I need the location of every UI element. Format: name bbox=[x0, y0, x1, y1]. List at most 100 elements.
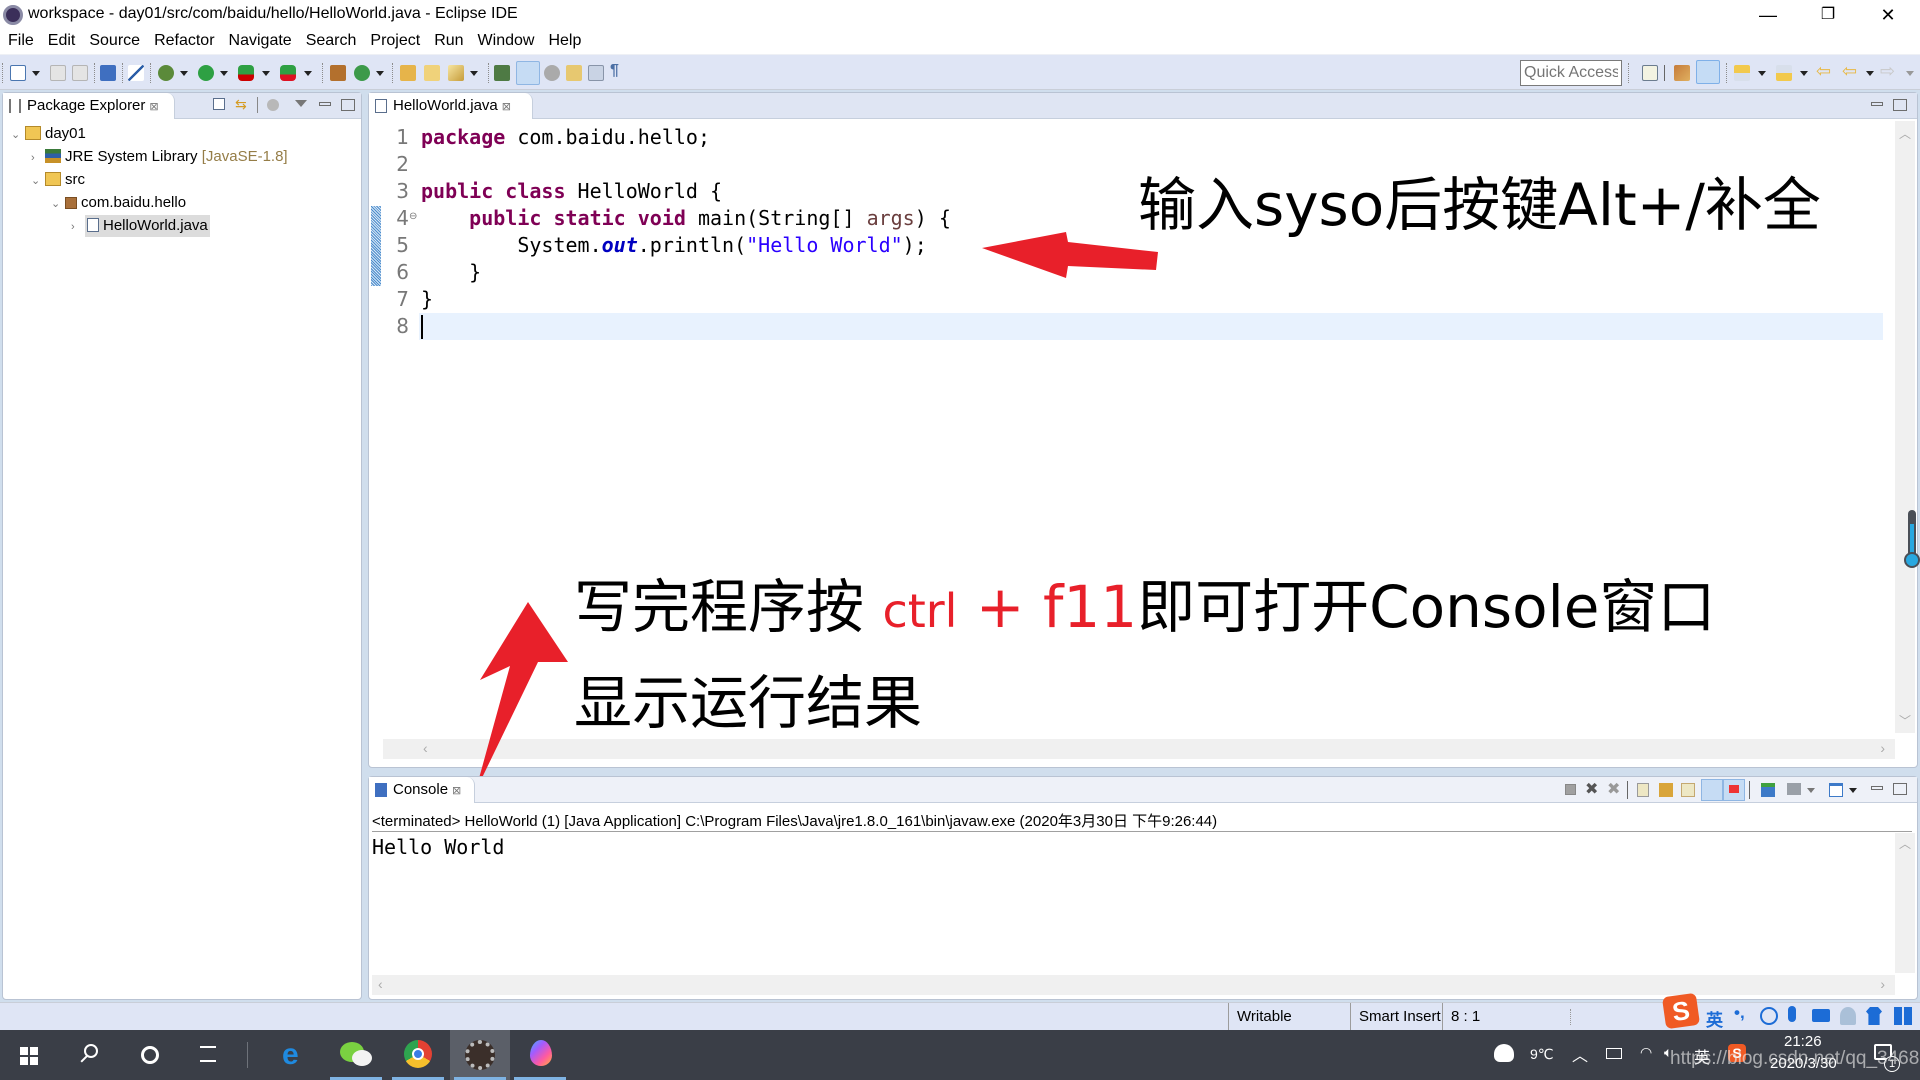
task-view-button[interactable] bbox=[180, 1030, 240, 1080]
debug-icon[interactable] bbox=[158, 65, 174, 81]
menu-edit[interactable]: Edit bbox=[40, 30, 82, 52]
wifi-icon[interactable]: ◠ bbox=[1640, 1044, 1652, 1061]
save-all-icon[interactable] bbox=[72, 65, 88, 81]
floating-widget-handle[interactable] bbox=[1904, 510, 1920, 568]
menu-navigate[interactable]: Navigate bbox=[221, 30, 298, 52]
menu-file[interactable]: File bbox=[0, 30, 40, 52]
coverage-icon[interactable] bbox=[238, 65, 254, 81]
skip-breakpoints-icon[interactable] bbox=[128, 65, 144, 81]
scroll-lock-icon[interactable] bbox=[1659, 783, 1673, 797]
taskbar-wechat[interactable] bbox=[326, 1030, 386, 1080]
console-output[interactable]: Hello World bbox=[372, 835, 504, 859]
next-annotation-icon[interactable] bbox=[1734, 65, 1750, 81]
menu-source[interactable]: Source bbox=[81, 30, 146, 52]
tab-console[interactable]: Console ⊠ bbox=[369, 777, 475, 803]
display-console-dropdown-icon[interactable] bbox=[1807, 788, 1815, 793]
java-perspective-icon[interactable] bbox=[1696, 60, 1720, 84]
new-class-dropdown-icon[interactable] bbox=[376, 71, 384, 76]
start-button[interactable] bbox=[0, 1030, 60, 1080]
open-console-icon[interactable] bbox=[1829, 783, 1843, 797]
debug-dropdown-icon[interactable] bbox=[180, 71, 188, 76]
forward-icon[interactable]: ⇨ bbox=[1880, 61, 1895, 82]
terminate-icon[interactable] bbox=[1565, 784, 1576, 795]
toggle-mark-occurrences-icon[interactable] bbox=[494, 65, 510, 81]
run-dropdown-icon[interactable] bbox=[220, 71, 228, 76]
console-horizontal-scrollbar[interactable]: ‹ › bbox=[372, 975, 1895, 995]
save-icon[interactable] bbox=[50, 65, 66, 81]
close-window-button[interactable]: ✕ bbox=[1860, 0, 1916, 30]
open-task-icon[interactable] bbox=[424, 65, 440, 81]
quick-access-input[interactable] bbox=[1520, 60, 1622, 86]
external-tools-icon[interactable] bbox=[280, 65, 296, 81]
ime-skin-icon[interactable] bbox=[1866, 1007, 1882, 1025]
forward-dropdown-icon[interactable] bbox=[1906, 71, 1914, 76]
ime-emoji-icon[interactable] bbox=[1760, 1007, 1778, 1025]
display-selected-console-icon[interactable] bbox=[1787, 783, 1801, 795]
show-console-on-stderr-icon[interactable] bbox=[1723, 779, 1745, 801]
ime-language-toggle[interactable]: 英 bbox=[1706, 1006, 1723, 1031]
ime-voice-icon[interactable] bbox=[1788, 1006, 1796, 1022]
menu-project[interactable]: Project bbox=[362, 30, 426, 52]
taskbar-chrome[interactable] bbox=[388, 1030, 448, 1080]
previous-annotation-dropdown-icon[interactable] bbox=[1800, 71, 1808, 76]
taskbar-search-button[interactable] bbox=[60, 1030, 120, 1080]
new-dropdown-icon[interactable] bbox=[32, 71, 40, 76]
ime-punctuation-toggle[interactable]: •, bbox=[1734, 1003, 1745, 1023]
sogou-ime-logo[interactable]: S bbox=[1661, 992, 1701, 1030]
menu-run[interactable]: Run bbox=[426, 30, 469, 52]
minimize-console-icon[interactable] bbox=[1871, 786, 1883, 790]
open-perspective-icon[interactable] bbox=[1642, 65, 1658, 81]
menu-help[interactable]: Help bbox=[540, 30, 587, 52]
next-annotation-dropdown-icon[interactable] bbox=[1758, 71, 1766, 76]
scroll-up-icon[interactable]: ︿ bbox=[1899, 835, 1911, 852]
restore-button[interactable]: ❐ bbox=[1800, 0, 1856, 30]
remove-all-terminated-icon[interactable]: ✖ bbox=[1607, 779, 1620, 799]
weather-temperature[interactable]: 9℃ bbox=[1530, 1046, 1554, 1063]
external-tools-dropdown-icon[interactable] bbox=[304, 71, 312, 76]
terminal-icon[interactable] bbox=[100, 65, 116, 81]
console-vertical-scrollbar[interactable]: ︿ bbox=[1895, 833, 1915, 973]
toggle-highlight-icon[interactable] bbox=[516, 61, 540, 85]
block-selection-mode-icon[interactable] bbox=[588, 65, 604, 81]
search-dropdown-icon[interactable] bbox=[470, 71, 478, 76]
ime-keyboard-icon[interactable] bbox=[1812, 1009, 1830, 1022]
back-icon[interactable]: ⇦ bbox=[1842, 61, 1857, 82]
java-ee-perspective-icon[interactable] bbox=[1674, 65, 1690, 81]
coverage-dropdown-icon[interactable] bbox=[262, 71, 270, 76]
ime-toolbox-icon[interactable] bbox=[1894, 1007, 1912, 1025]
show-whitespace-icon[interactable] bbox=[566, 65, 582, 81]
word-wrap-icon[interactable] bbox=[1681, 783, 1695, 797]
back-dropdown-icon[interactable] bbox=[1866, 71, 1874, 76]
ime-user-icon[interactable] bbox=[1840, 1007, 1856, 1025]
pilcrow-icon[interactable]: ¶ bbox=[610, 62, 619, 80]
taskbar-eclipse[interactable] bbox=[450, 1030, 510, 1080]
new-java-class-icon[interactable] bbox=[354, 65, 370, 81]
show-console-on-stdout-icon[interactable] bbox=[1701, 779, 1723, 801]
run-icon[interactable] bbox=[198, 65, 214, 81]
scroll-right-icon[interactable]: › bbox=[1880, 976, 1885, 992]
maximize-console-icon[interactable] bbox=[1893, 783, 1907, 795]
clear-console-icon[interactable] bbox=[1637, 783, 1649, 797]
show-hidden-icons-chevron[interactable]: ︿ bbox=[1572, 1042, 1588, 1066]
taskbar-paint3d[interactable] bbox=[510, 1030, 570, 1080]
previous-annotation-icon[interactable] bbox=[1776, 65, 1792, 81]
weather-cloud-icon[interactable] bbox=[1494, 1044, 1514, 1062]
open-type-icon[interactable] bbox=[400, 65, 416, 81]
new-java-package-icon[interactable] bbox=[330, 65, 346, 81]
status-insert-mode[interactable]: Smart Insert bbox=[1350, 1003, 1442, 1031]
search-icon[interactable] bbox=[448, 65, 464, 81]
menu-search[interactable]: Search bbox=[298, 30, 363, 52]
open-console-dropdown-icon[interactable] bbox=[1849, 788, 1857, 793]
close-tab-icon[interactable]: ⊠ bbox=[452, 785, 461, 797]
taskbar-edge[interactable]: e bbox=[264, 1030, 324, 1080]
pin-console-icon[interactable] bbox=[1761, 783, 1775, 797]
menu-window[interactable]: Window bbox=[470, 30, 541, 52]
remove-launch-icon[interactable]: ✖ bbox=[1585, 779, 1598, 799]
toggle-block-selection-icon[interactable] bbox=[544, 65, 560, 81]
last-edit-location-icon[interactable]: ⇦ bbox=[1816, 61, 1831, 82]
scroll-left-icon[interactable]: ‹ bbox=[378, 976, 383, 992]
cortana-button[interactable] bbox=[120, 1030, 180, 1080]
battery-icon[interactable] bbox=[1606, 1048, 1622, 1059]
minimize-button[interactable]: — bbox=[1740, 0, 1796, 30]
new-wizard-icon[interactable] bbox=[10, 65, 26, 81]
